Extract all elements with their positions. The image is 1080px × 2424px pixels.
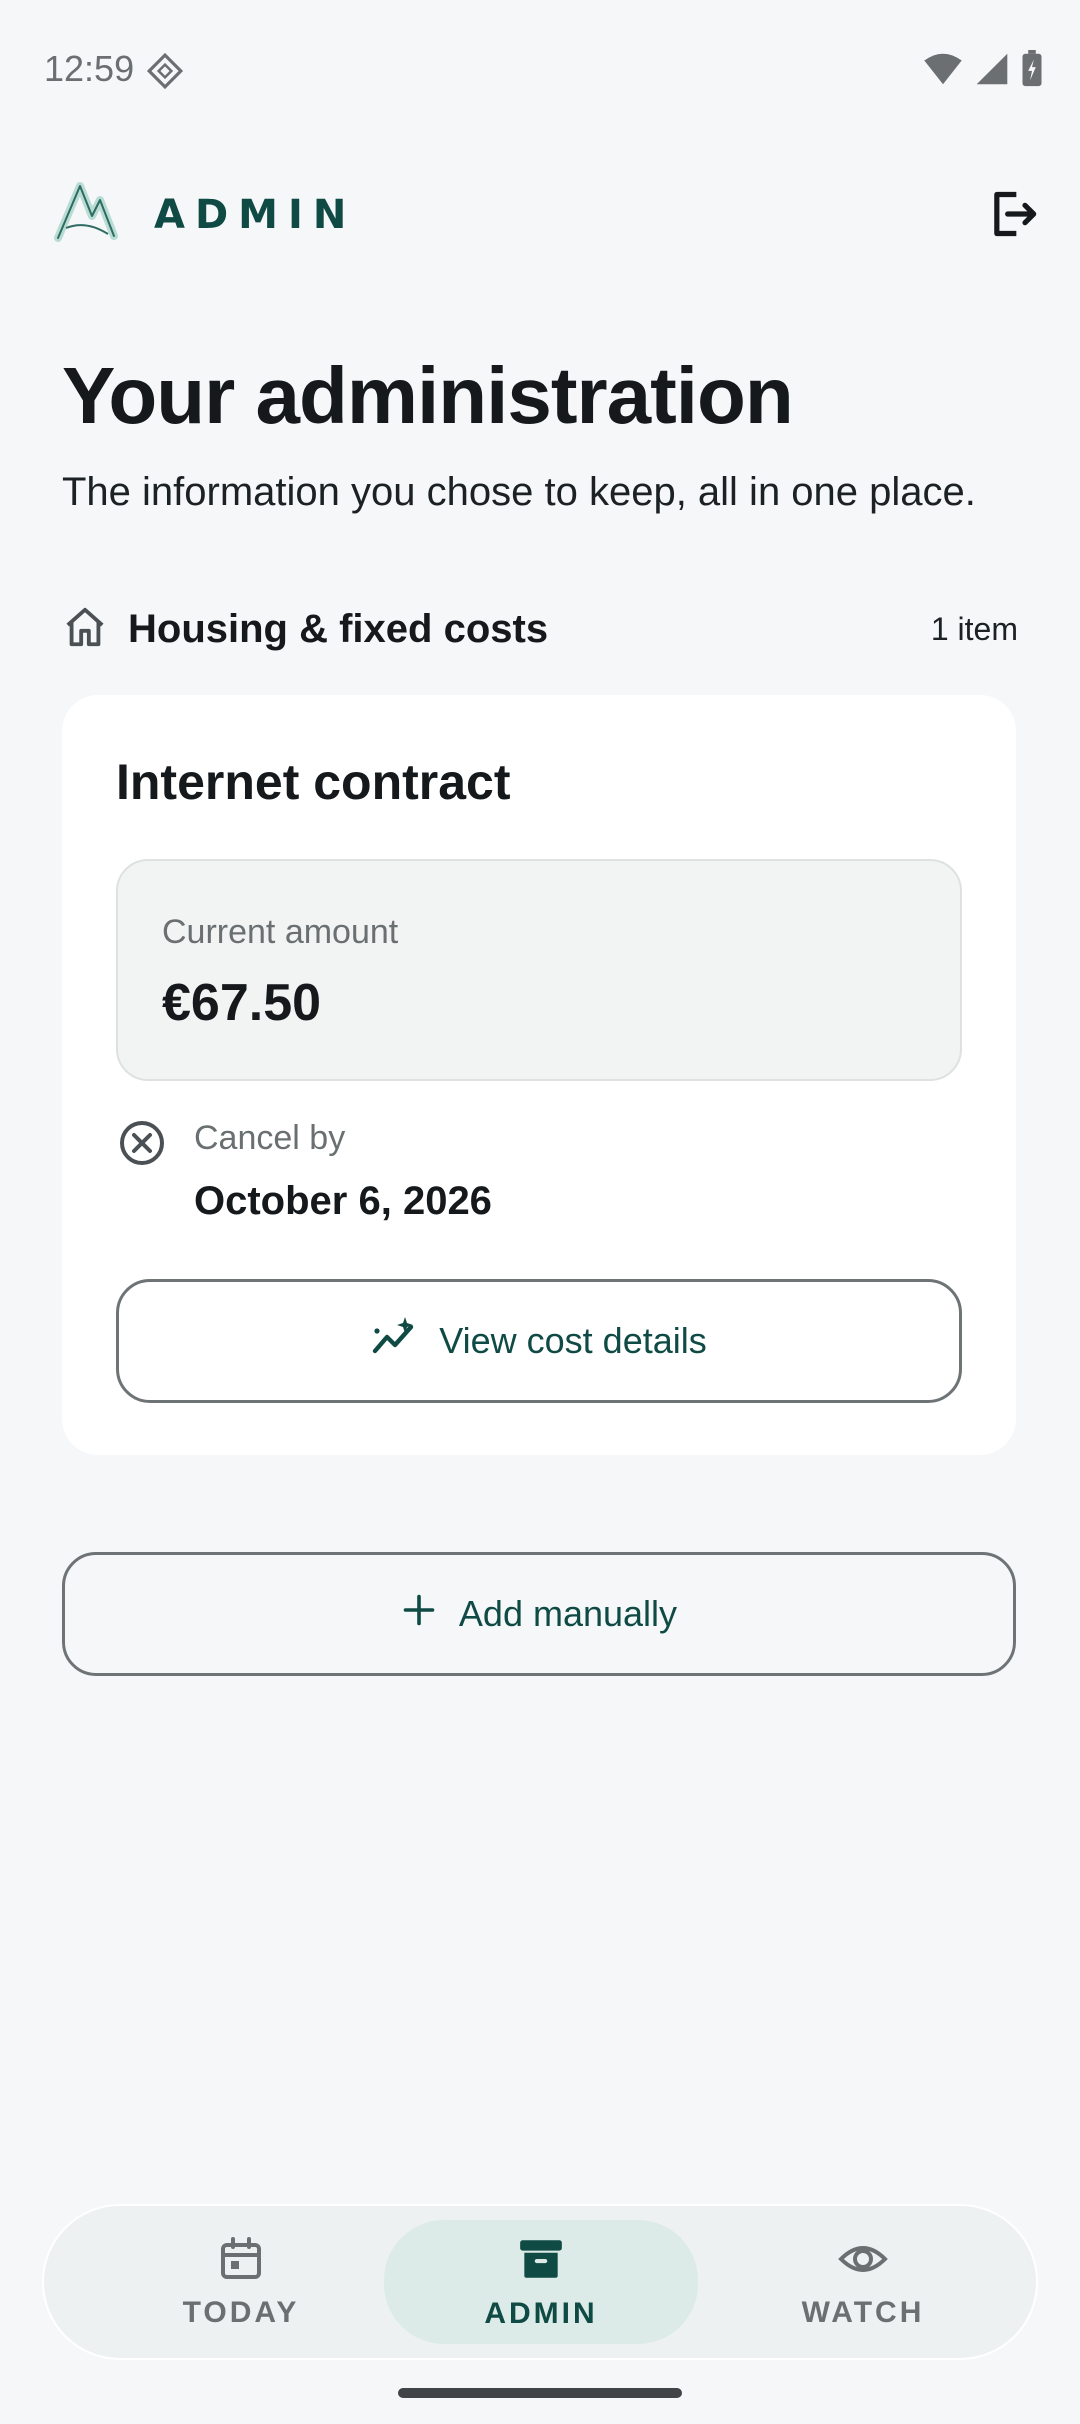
- brand: ADMIN: [52, 180, 356, 249]
- section-title: Housing & fixed costs: [128, 607, 549, 651]
- view-cost-details-button[interactable]: View cost details: [116, 1279, 962, 1403]
- cancel-circle-icon: [118, 1119, 166, 1172]
- wifi-icon: [922, 52, 964, 91]
- app-logo-icon: [52, 180, 118, 249]
- archive-icon: [516, 2234, 566, 2289]
- cancel-label: Cancel by: [194, 1119, 346, 1157]
- section-count: 1 item: [930, 611, 1018, 647]
- nav-tab-watch[interactable]: WATCH: [706, 2220, 1020, 2344]
- sparkle-chart-icon: [371, 1315, 419, 1368]
- nav-tab-admin[interactable]: ADMIN: [384, 2220, 698, 2344]
- eye-icon: [836, 2235, 890, 2288]
- add-manually-button[interactable]: Add manually: [62, 1552, 1016, 1676]
- bottom-nav: TODAY ADMIN WATCH: [42, 2204, 1038, 2360]
- page-title: Your administration: [62, 351, 794, 440]
- add-manually-label: Add manually: [458, 1593, 678, 1634]
- page-subtitle: The information you chose to keep, all i…: [62, 470, 976, 514]
- home-icon: [62, 604, 108, 655]
- nav-tab-today[interactable]: TODAY: [84, 2220, 398, 2344]
- card-title: Internet contract: [116, 754, 511, 810]
- nav-label-admin: ADMIN: [484, 2296, 598, 2330]
- amount-box: Current amount €67.50: [116, 859, 962, 1081]
- calendar-icon: [217, 2235, 265, 2288]
- logout-icon: [986, 191, 1038, 244]
- home-indicator[interactable]: [398, 2388, 682, 2398]
- contract-card: Internet contract Current amount €67.50 …: [62, 695, 1016, 1455]
- battery-icon: [1020, 50, 1044, 93]
- app-title: ADMIN: [154, 191, 357, 238]
- logout-button[interactable]: [986, 188, 1038, 245]
- amount-label: Current amount: [162, 913, 399, 951]
- nav-label-watch: WATCH: [801, 2295, 925, 2329]
- section-header: Housing & fixed costs 1 item: [62, 604, 1018, 655]
- plus-icon: [401, 1592, 437, 1637]
- view-cost-details-label: View cost details: [439, 1320, 707, 1361]
- nav-label-today: TODAY: [182, 2295, 300, 2329]
- notification-icon: [146, 52, 184, 95]
- signal-icon: [974, 52, 1010, 91]
- amount-value: €67.50: [162, 974, 322, 1032]
- status-time: 12:59: [44, 48, 135, 89]
- cancel-date: October 6, 2026: [194, 1179, 492, 1223]
